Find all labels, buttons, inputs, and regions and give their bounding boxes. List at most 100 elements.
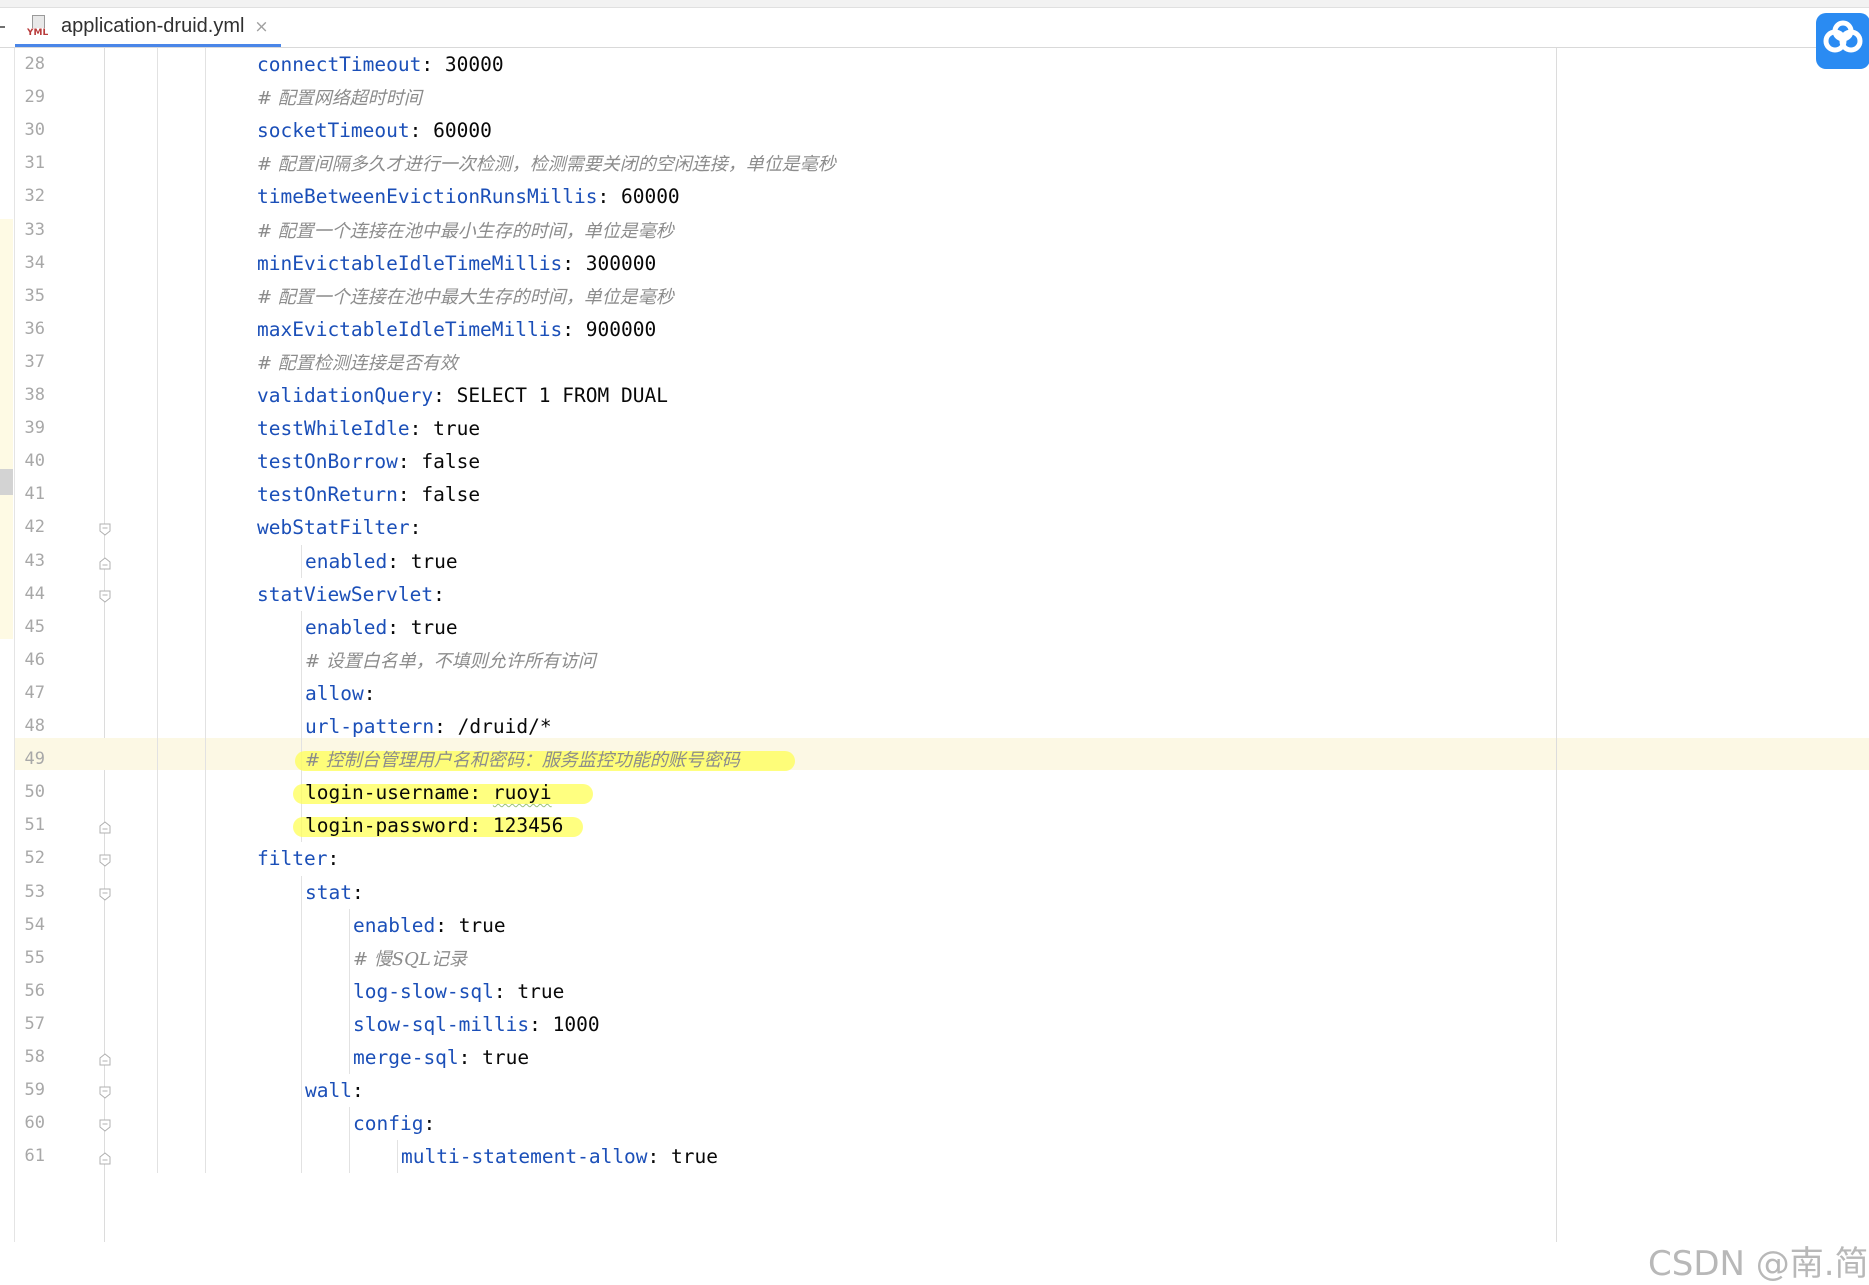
code-text[interactable]: filter: — [257, 842, 339, 875]
fold-collapse-icon[interactable] — [99, 521, 111, 537]
yaml-colon: : — [409, 516, 422, 540]
tab-application-druid-yml[interactable]: YML application-druid.yml × — [15, 9, 281, 47]
code-line[interactable]: 30 socketTimeout: 60000 — [0, 114, 1869, 147]
yaml-key: validationQuery — [257, 384, 434, 407]
code-text[interactable]: merge-sql: true — [353, 1041, 529, 1074]
code-line[interactable]: 31 # 配置间隔多久才进行一次检测，检测需要关闭的空闲连接，单位是毫秒 — [0, 147, 1869, 180]
yaml-key: login-password — [305, 814, 470, 838]
code-line[interactable]: 52 filter: — [0, 842, 1869, 875]
code-line[interactable]: 51 login-password: 123456 — [0, 809, 1869, 842]
code-text[interactable]: socketTimeout: 60000 — [257, 114, 492, 147]
yaml-key: log-slow-sql — [353, 979, 494, 1003]
code-line[interactable]: 61 multi-statement-allow: true — [0, 1140, 1869, 1173]
code-editor[interactable]: 28 connectTimeout: 30000 29 # 配置网络超时时间 30 soc… — [0, 48, 1869, 1284]
yaml-value: true — [482, 1046, 530, 1069]
fold-end-icon[interactable] — [99, 1051, 111, 1066]
code-line[interactable]: 47 allow: — [0, 677, 1869, 710]
code-text[interactable]: # 慢SQL记录 — [353, 942, 467, 976]
code-text[interactable]: config: — [353, 1107, 435, 1140]
code-text[interactable]: # 配置一个连接在池中最小生存的时间，单位是毫秒 — [257, 214, 674, 248]
fold-end-icon[interactable] — [99, 1150, 111, 1165]
code-line[interactable]: 38 validationQuery: SELECT 1 FROM DUAL — [0, 379, 1869, 412]
fold-collapse-icon[interactable] — [99, 1117, 111, 1132]
tab-overflow-indicator[interactable] — [0, 26, 5, 28]
code-line[interactable]: 35 # 配置一个连接在池中最大生存的时间，单位是毫秒 — [0, 280, 1869, 313]
fold-collapse-icon[interactable] — [99, 886, 111, 901]
code-text[interactable]: log-slow-sql: true — [353, 975, 564, 1008]
code-text[interactable]: multi-statement-allow: true — [401, 1140, 718, 1173]
code-line[interactable]: 48 url-pattern: /druid/* — [0, 710, 1869, 743]
code-line[interactable]: 50 login-username: ruoyi — [0, 776, 1869, 809]
code-text[interactable]: stat: — [305, 876, 364, 909]
fold-end-icon[interactable] — [99, 819, 111, 834]
yaml-value: 60000 — [433, 119, 492, 143]
line-number: 49 — [24, 749, 45, 770]
yaml-key: testOnBorrow — [257, 450, 398, 474]
code-line[interactable]: 55 # 慢SQL记录 — [0, 942, 1869, 975]
code-text[interactable]: enabled: true — [305, 611, 458, 644]
yaml-colon: : — [409, 417, 422, 441]
code-line[interactable]: 40 testOnBorrow: false — [0, 445, 1869, 478]
code-text[interactable]: testOnReturn: false — [257, 478, 480, 511]
code-text[interactable]: testOnBorrow: false — [257, 445, 480, 478]
code-text[interactable]: wall: — [305, 1074, 364, 1107]
code-text[interactable]: # 配置检测连接是否有效 — [257, 346, 458, 380]
code-text[interactable]: login-password: 123456 — [305, 809, 563, 842]
code-line[interactable]: 45 enabled: true — [0, 611, 1869, 644]
yaml-key: testWhileIdle — [257, 417, 410, 441]
code-text[interactable]: webStatFilter: — [257, 511, 421, 544]
code-text[interactable]: maxEvictableIdleTimeMillis: 900000 — [257, 313, 656, 346]
code-text[interactable]: url-pattern: /druid/* — [305, 710, 552, 743]
code-text[interactable]: connectTimeout: 30000 — [257, 48, 504, 81]
code-line[interactable]: 53 stat: — [0, 876, 1869, 909]
code-line[interactable]: 41 testOnReturn: false — [0, 478, 1869, 511]
code-text[interactable]: statViewServlet: — [257, 578, 445, 611]
code-line[interactable]: 57 slow-sql-millis: 1000 — [0, 1008, 1869, 1041]
code-text[interactable]: enabled: true — [353, 909, 506, 942]
fold-collapse-icon[interactable] — [99, 588, 111, 603]
code-line[interactable]: 56 log-slow-sql: true — [0, 975, 1869, 1008]
code-line[interactable]: 34 minEvictableIdleTimeMillis: 300000 — [0, 247, 1869, 280]
fold-end-icon[interactable] — [99, 555, 111, 569]
code-line[interactable]: 54 enabled: true — [0, 909, 1869, 942]
code-text[interactable]: validationQuery: SELECT 1 FROM DUAL — [257, 379, 668, 412]
yaml-value: 900000 — [585, 317, 657, 341]
code-text[interactable]: testWhileIdle: true — [257, 412, 480, 445]
line-number: 35 — [24, 285, 45, 306]
code-line[interactable]: 33 # 配置一个连接在池中最小生存的时间，单位是毫秒 — [0, 214, 1869, 247]
code-text[interactable]: # 设置白名单，不填则允许所有访问 — [305, 644, 596, 678]
code-line[interactable]: 44 statViewServlet: — [0, 578, 1869, 611]
code-text[interactable]: # 控制台管理用户名和密码：服务监控功能的账号密码 — [305, 743, 740, 777]
code-line[interactable]: 29 # 配置网络超时时间 — [0, 81, 1869, 114]
code-line[interactable]: 46 # 设置白名单，不填则允许所有访问 — [0, 644, 1869, 677]
code-line[interactable]: 28 connectTimeout: 30000 — [0, 48, 1869, 81]
fold-collapse-icon[interactable] — [99, 1084, 111, 1099]
yaml-comment: # 配置间隔多久才进行一次检测，检测需要关闭的空闲连接，单位是毫秒 — [257, 154, 836, 176]
code-text[interactable]: # 配置网络超时时间 — [257, 81, 422, 115]
code-text[interactable]: enabled: true — [305, 545, 458, 578]
code-text[interactable]: # 配置间隔多久才进行一次检测，检测需要关闭的空闲连接，单位是毫秒 — [257, 147, 836, 181]
code-text[interactable]: slow-sql-millis: 1000 — [353, 1008, 600, 1041]
code-text[interactable]: minEvictableIdleTimeMillis: 300000 — [257, 247, 656, 280]
yaml-colon: : — [421, 53, 434, 76]
code-text[interactable]: # 配置一个连接在池中最大生存的时间，单位是毫秒 — [257, 280, 674, 314]
code-line[interactable]: 39 testWhileIdle: true — [0, 412, 1869, 445]
line-number: 56 — [24, 980, 45, 1001]
code-line[interactable]: 49 # 控制台管理用户名和密码：服务监控功能的账号密码 — [0, 743, 1869, 776]
code-line[interactable]: 42 webStatFilter: — [0, 511, 1869, 544]
code-line[interactable]: 58 merge-sql: true — [0, 1041, 1869, 1074]
close-icon[interactable]: × — [254, 17, 268, 37]
code-line[interactable]: 36 maxEvictableIdleTimeMillis: 900000 — [0, 313, 1869, 346]
yaml-colon: : — [397, 450, 410, 474]
code-line[interactable]: 32 timeBetweenEvictionRunsMillis: 60000 — [0, 180, 1869, 213]
yaml-key: filter — [257, 847, 328, 871]
code-line[interactable]: 43 enabled: true — [0, 545, 1869, 578]
code-line[interactable]: 37 # 配置检测连接是否有效 — [0, 346, 1869, 379]
fold-collapse-icon[interactable] — [99, 852, 111, 868]
code-line[interactable]: 59 wall: — [0, 1074, 1869, 1107]
code-line[interactable]: 60 config: — [0, 1107, 1869, 1140]
code-text[interactable]: login-username: ruoyi — [305, 776, 552, 809]
code-text[interactable]: allow: — [305, 677, 375, 710]
code-text[interactable]: timeBetweenEvictionRunsMillis: 60000 — [257, 180, 680, 213]
yaml-key: connectTimeout — [257, 53, 422, 76]
